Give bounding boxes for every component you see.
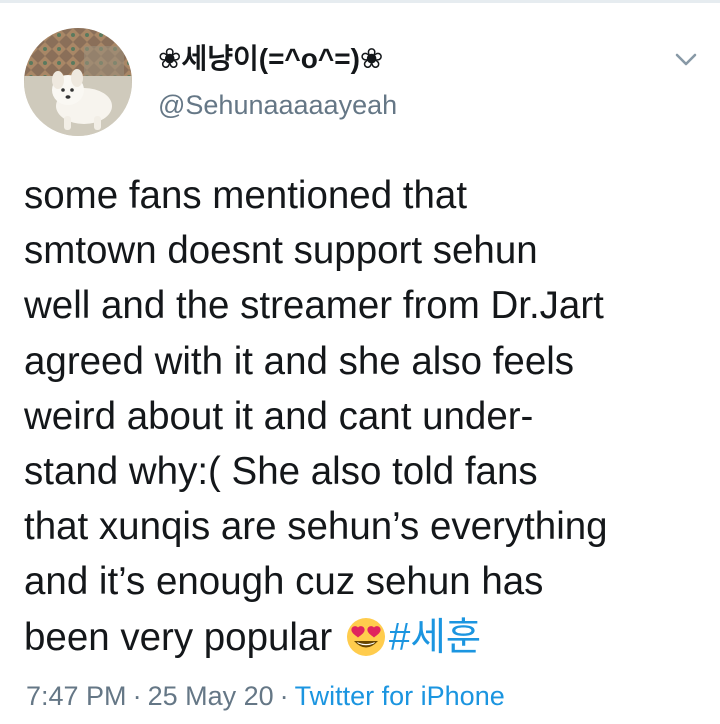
meta-separator: ·	[132, 681, 142, 711]
tweet-line: that xunqis are sehun’s everything	[24, 505, 608, 549]
dog-avatar-image	[24, 28, 132, 136]
hashtag-link[interactable]: #세훈	[389, 616, 481, 659]
tweet-meta: 7:47 PM · 25 May 20 · Twitter for iPhone	[26, 678, 505, 714]
tweet-line: and it’s enough cuz sehun has	[24, 560, 544, 604]
meta-separator: ·	[279, 681, 289, 711]
tweet-date: 25 May 20	[147, 681, 274, 711]
tweet-line: stand why:( She also told fans	[24, 450, 538, 494]
tweet-line-text: been very popular	[24, 615, 343, 659]
avatar[interactable]	[24, 28, 132, 136]
tweet-line: smtown doesnt support sehun	[24, 229, 538, 273]
tweet-source-link[interactable]: Twitter for iPhone	[295, 681, 505, 711]
tweet-text: some fans mentioned that smtown doesnt s…	[24, 168, 714, 665]
top-divider	[0, 0, 720, 3]
heart-eyes-emoji-icon	[345, 616, 387, 658]
display-name[interactable]: ❀세냥이(=^o^=)❀	[158, 42, 383, 76]
tweet-line: weird about it and cant under-	[24, 394, 534, 438]
tweet-line: well and the streamer from Dr.Jart	[24, 284, 604, 328]
tweet-time: 7:47 PM	[26, 681, 127, 711]
tweet-line: some fans mentioned that	[24, 174, 468, 217]
tweet-line-last: been very popular #세훈	[24, 610, 714, 665]
user-handle[interactable]: @Sehunaaaaayeah	[158, 88, 397, 122]
tweet-line: agreed with it and she also feels	[24, 339, 575, 383]
tweet-card: ❀세냥이(=^o^=)❀ @Sehunaaaaayeah some fans m…	[0, 0, 720, 724]
chevron-down-icon[interactable]	[671, 44, 701, 74]
